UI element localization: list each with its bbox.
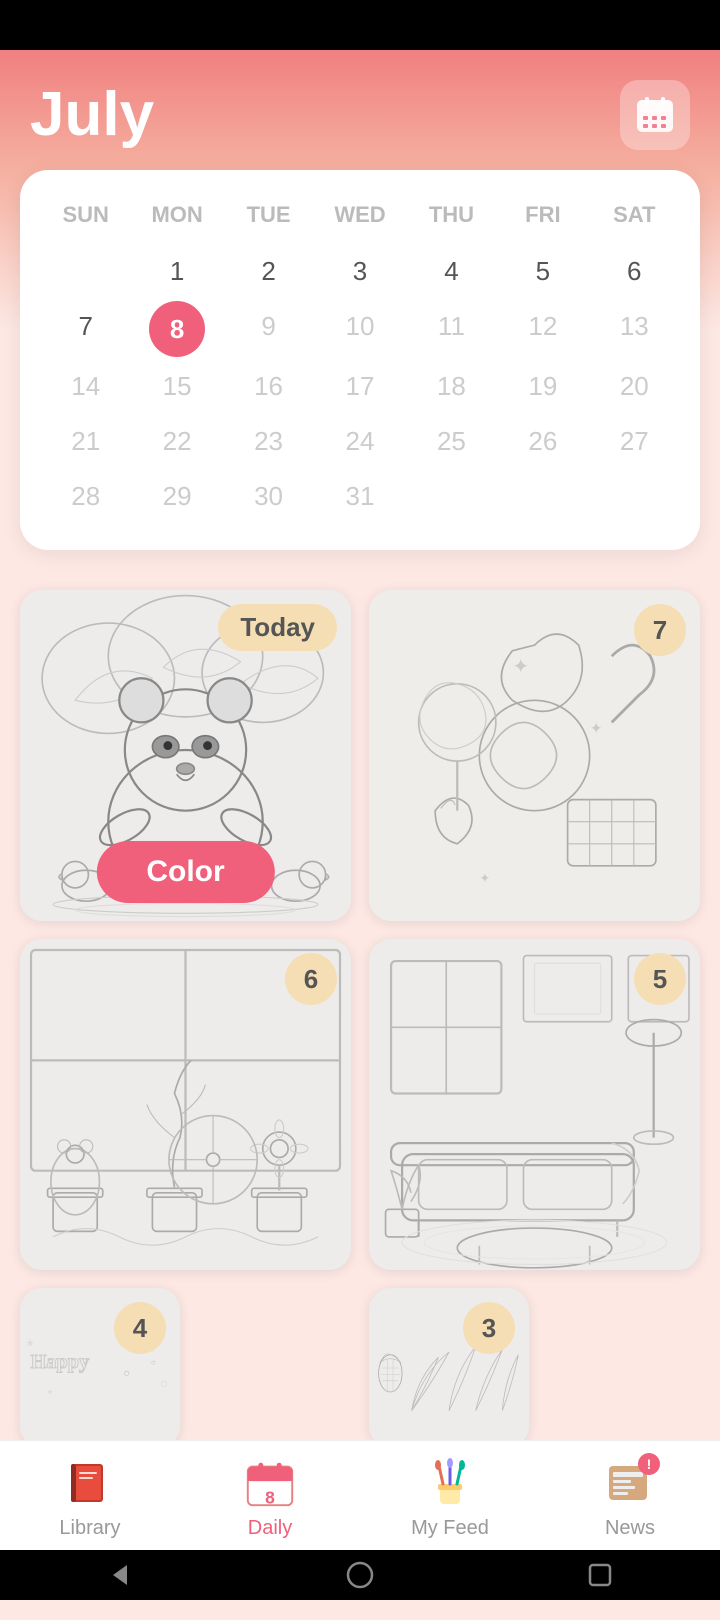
book-icon	[62, 1455, 118, 1511]
badge-3: 3	[463, 1302, 515, 1354]
cal-day-19[interactable]: 19	[497, 361, 588, 412]
badge-6: 6	[285, 953, 337, 1005]
cal-day-20[interactable]: 20	[589, 361, 680, 412]
cal-day-empty3	[497, 471, 588, 522]
system-nav-bar	[0, 1550, 720, 1600]
cal-day-15[interactable]: 15	[131, 361, 222, 412]
col-thu: THU	[406, 194, 497, 236]
svg-text:JUL: JUL	[262, 1480, 279, 1490]
cal-day-5[interactable]: 5	[497, 246, 588, 297]
cal-day-6[interactable]: 6	[589, 246, 680, 297]
coloring-card-day5[interactable]: 5	[369, 939, 700, 1270]
cal-day-empty4	[589, 471, 680, 522]
cal-day-2[interactable]: 2	[223, 246, 314, 297]
nav-item-library[interactable]: Library	[30, 1455, 150, 1540]
calendar-grid: 1 2 3 4 5 6 7 8 9 10 11 12 13 14 15 16 1…	[40, 246, 680, 522]
cal-day-26[interactable]: 26	[497, 416, 588, 467]
cal-day-10[interactable]: 10	[314, 301, 405, 357]
cal-day-24[interactable]: 24	[314, 416, 405, 467]
col-wed: WED	[314, 194, 405, 236]
cal-day-1[interactable]: 1	[131, 246, 222, 297]
home-button[interactable]	[338, 1553, 382, 1597]
cal-day-14[interactable]: 14	[40, 361, 131, 412]
cal-day-8-selected[interactable]: 8	[149, 301, 205, 357]
badge-4: 4	[114, 1302, 166, 1354]
svg-text:★: ★	[47, 1388, 54, 1397]
calendar-header-row: SUN MON TUE WED THU FRI SAT	[40, 194, 680, 236]
cal-day-12[interactable]: 12	[497, 301, 588, 357]
badge-7: 7	[634, 604, 686, 656]
nav-label-library: Library	[59, 1517, 120, 1540]
coloring-card-day3[interactable]: 3	[369, 1288, 529, 1448]
news-notification-badge: !	[638, 1453, 660, 1475]
cal-day-31[interactable]: 31	[314, 471, 405, 522]
status-bar	[0, 0, 720, 50]
color-button[interactable]: Color	[96, 841, 274, 903]
cal-day-29[interactable]: 29	[131, 471, 222, 522]
nav-item-news[interactable]: ! News	[570, 1455, 690, 1540]
coloring-card-day6[interactable]: 6	[20, 939, 351, 1270]
svg-text:★: ★	[25, 1338, 35, 1350]
svg-text:✦: ✦	[512, 656, 529, 678]
col-sun: SUN	[40, 194, 131, 236]
calendar-container: SUN MON TUE WED THU FRI SAT 1 2 3 4 5 6 …	[0, 170, 720, 570]
cal-day-3[interactable]: 3	[314, 246, 405, 297]
back-button[interactable]	[98, 1553, 142, 1597]
nav-label-news: News	[605, 1517, 655, 1540]
nav-label-myfeed: My Feed	[411, 1517, 489, 1540]
cal-day-4[interactable]: 4	[406, 246, 497, 297]
cal-day-18[interactable]: 18	[406, 361, 497, 412]
coloring-card-today[interactable]: Today Color	[20, 590, 351, 921]
col-sat: SAT	[589, 194, 680, 236]
nav-item-daily[interactable]: 8 JUL Daily	[210, 1455, 330, 1540]
header: July	[0, 50, 720, 170]
svg-text:✦: ✦	[590, 720, 603, 737]
svg-text:Happy: Happy	[31, 1351, 90, 1373]
today-badge: Today	[218, 604, 337, 651]
cal-day-25[interactable]: 25	[406, 416, 497, 467]
cal-day-17[interactable]: 17	[314, 361, 405, 412]
badge-5: 5	[634, 953, 686, 1005]
svg-text:✦: ✦	[479, 870, 490, 885]
calendar-card: SUN MON TUE WED THU FRI SAT 1 2 3 4 5 6 …	[20, 170, 700, 550]
news-icon: !	[602, 1455, 658, 1511]
cal-day-30[interactable]: 30	[223, 471, 314, 522]
cal-day-empty2	[406, 471, 497, 522]
cal-day-22[interactable]: 22	[131, 416, 222, 467]
cal-day-27[interactable]: 27	[589, 416, 680, 467]
cal-day-11[interactable]: 11	[406, 301, 497, 357]
bottom-nav: Library 8 JUL Daily	[0, 1440, 720, 1550]
cal-day-16[interactable]: 16	[223, 361, 314, 412]
calendar-daily-icon: 8 JUL	[242, 1455, 298, 1511]
col-fri: FRI	[497, 194, 588, 236]
cal-day-13[interactable]: 13	[589, 301, 680, 357]
coloring-card-day4[interactable]: Happy ★ ★ ★ ★ 4	[20, 1288, 180, 1448]
col-tue: TUE	[223, 194, 314, 236]
cal-day-23[interactable]: 23	[223, 416, 314, 467]
nav-label-daily: Daily	[248, 1517, 292, 1540]
cal-day-7[interactable]: 7	[40, 301, 131, 357]
calendar-icon-button[interactable]	[620, 80, 690, 150]
coloring-cards-grid: Today Color	[20, 590, 700, 1448]
recent-apps-button[interactable]	[578, 1553, 622, 1597]
paint-brushes-icon	[422, 1455, 478, 1511]
svg-text:8: 8	[265, 1487, 275, 1507]
nav-item-myfeed[interactable]: My Feed	[390, 1455, 510, 1540]
cal-day-empty	[40, 246, 131, 297]
month-title: July	[30, 84, 154, 146]
coloring-card-day7[interactable]: ✦ ✦ ✦ 7	[369, 590, 700, 921]
cal-day-9[interactable]: 9	[223, 301, 314, 357]
cal-day-21[interactable]: 21	[40, 416, 131, 467]
col-mon: MON	[131, 194, 222, 236]
cal-day-28[interactable]: 28	[40, 471, 131, 522]
content-area: Today Color	[0, 570, 720, 1470]
